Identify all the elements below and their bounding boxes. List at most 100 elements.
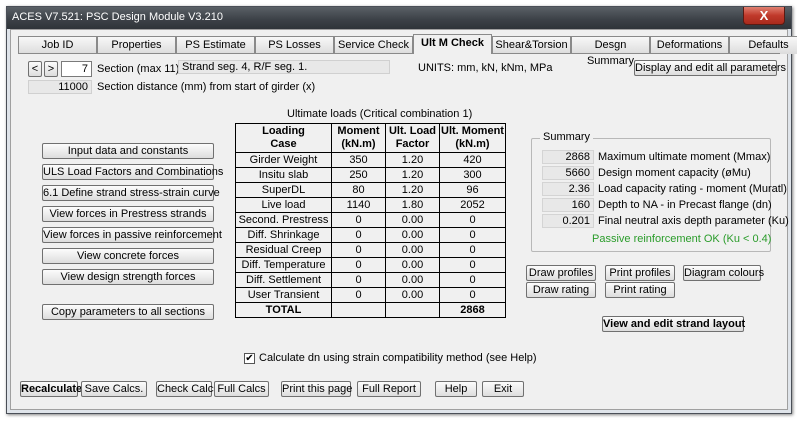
strain-compatibility-option[interactable]: ✔ Calculate dn using strain compatibilit… [244, 352, 537, 364]
tab-defaults[interactable]: Defaults [729, 36, 797, 54]
load-factor-cell: 1.20 [385, 167, 440, 183]
tab-shear-torsion[interactable]: Shear&Torsion [492, 36, 571, 54]
display-all-parameters-button[interactable]: Display and edit all parameters [634, 60, 786, 76]
tab-desgn-summary[interactable]: Desgn Summary [571, 36, 650, 67]
table-row: Insitu slab 250 1.20 300 [235, 167, 506, 183]
copy-parameters-button[interactable]: Copy parameters to all sections [42, 304, 214, 320]
diagram-colours-button[interactable]: Diagram colours [683, 265, 764, 281]
summary-group: Summary 2868 Maximum ultimate moment (Mm… [531, 131, 789, 252]
help-button[interactable]: Help [435, 381, 477, 397]
moment-cell: 350 [331, 152, 386, 168]
load-factor-cell: 1.20 [385, 152, 440, 168]
tab-service-check[interactable]: Service Check [334, 36, 413, 54]
load-factor-cell: 0.00 [385, 227, 440, 243]
tab-job-id[interactable]: Job ID [18, 36, 97, 54]
next-section-button[interactable]: > [44, 61, 58, 77]
header-moment: Moment (kN.m) [331, 123, 386, 153]
full-calcs-button[interactable]: Full Calcs [214, 381, 269, 397]
total-moment-cell [331, 302, 386, 318]
table-row: Residual Creep 0 0.00 0 [235, 242, 506, 258]
draw-rating-button[interactable]: Draw rating [526, 282, 596, 298]
table-header-row: Loading Case Moment (kN.m) Ult. Load Factor… [235, 123, 506, 153]
summary-value: 2.36 [542, 182, 594, 196]
tab-ps-estimate[interactable]: PS Estimate [176, 36, 255, 54]
loads-table-caption: Ultimate loads (Critical combination 1) [287, 108, 473, 120]
loading-case-cell: Insitu slab [235, 167, 332, 183]
summary-label: Design moment capacity (øMu) [598, 167, 751, 179]
moment-cell: 1140 [331, 197, 386, 213]
summary-label: Maximum ultimate moment (Mmax) [598, 151, 771, 163]
table-row: User Transient 0 0.00 0 [235, 287, 506, 303]
tab-ps-losses[interactable]: PS Losses [255, 36, 334, 54]
units-label: UNITS: mm, kN, kNm, MPa [418, 62, 553, 74]
summary-value: 2868 [542, 150, 594, 164]
loading-case-cell: Diff. Shrinkage [235, 227, 332, 243]
strain-compatibility-checkbox[interactable]: ✔ [244, 352, 255, 364]
concrete-forces-button[interactable]: View concrete forces [42, 248, 214, 264]
moment-cell: 0 [331, 242, 386, 258]
summary-label: Final neutral axis depth parameter (Ku) [598, 215, 789, 227]
ult-moment-cell: 96 [439, 182, 506, 198]
tab-ult-m-check[interactable]: Ult M Check [413, 34, 492, 54]
load-factor-cell: 0.00 [385, 242, 440, 258]
moment-cell: 80 [331, 182, 386, 198]
table-row: Diff. Settlement 0 0.00 0 [235, 272, 506, 288]
tab-deformations[interactable]: Deformations [650, 36, 729, 54]
save-calcs-button[interactable]: Save Calcs. [81, 381, 147, 397]
header-ult-moment: Ult. Moment (kN.m) [439, 123, 506, 153]
app-window: ACES V7.521: PSC Design Module V3.210 X … [6, 6, 797, 414]
section-distance-label: Section distance (mm) from start of gird… [97, 81, 316, 93]
header-factor-line2: Factor [395, 138, 430, 150]
recalculate-button[interactable]: Recalculate [20, 381, 82, 397]
load-factor-cell: 1.20 [385, 182, 440, 198]
table-row: Second. Prestress 0 0.00 0 [235, 212, 506, 228]
loading-case-cell: SuperDL [235, 182, 332, 198]
input-data-button[interactable]: Input data and constants [42, 143, 214, 159]
moment-cell: 250 [331, 167, 386, 183]
header-ultm-line1: Ult. Moment [441, 125, 504, 137]
moment-cell: 0 [331, 287, 386, 303]
ult-moment-cell: 300 [439, 167, 506, 183]
loading-case-cell: Diff. Settlement [235, 272, 332, 288]
loading-case-cell: Diff. Temperature [235, 257, 332, 273]
strand-layout-button[interactable]: View and edit strand layout [602, 316, 745, 332]
ult-moment-cell: 0 [439, 242, 506, 258]
check-calcs-button[interactable]: Check Calcs [156, 381, 219, 397]
loading-case-cell: Residual Creep [235, 242, 332, 258]
loading-case-cell: Live load [235, 197, 332, 213]
passive-reinforcement-forces-button[interactable]: View forces in passive reinforcement [42, 227, 222, 243]
uls-load-factors-button[interactable]: ULS Load Factors and Combinations [42, 164, 223, 180]
print-profiles-button[interactable]: Print profiles [605, 265, 675, 281]
tab-properties[interactable]: Properties [97, 36, 176, 54]
moment-cell: 0 [331, 212, 386, 228]
draw-profiles-button[interactable]: Draw profiles [526, 265, 596, 281]
window-title: ACES V7.521: PSC Design Module V3.210 [12, 11, 223, 23]
ult-moment-cell: 0 [439, 227, 506, 243]
header-ultm-line2: (kN.m) [455, 138, 490, 150]
section-number-input[interactable]: 7 [61, 61, 92, 77]
header-loading-case: Loading Case [235, 123, 332, 153]
ult-moment-cell: 420 [439, 152, 506, 168]
summary-value: 0.201 [542, 214, 594, 228]
load-factor-cell: 1.80 [385, 197, 440, 213]
loading-case-cell: Second. Prestress [235, 212, 332, 228]
close-button[interactable]: X [743, 7, 785, 25]
load-factor-cell: 0.00 [385, 257, 440, 273]
loading-case-cell: User Transient [235, 287, 332, 303]
section-distance-value: 11000 [28, 80, 92, 94]
title-bar[interactable]: ACES V7.521: PSC Design Module V3.210 X [7, 7, 791, 29]
moment-cell: 0 [331, 227, 386, 243]
ult-moment-cell: 0 [439, 257, 506, 273]
prev-section-button[interactable]: < [28, 61, 42, 77]
strand-stress-strain-button[interactable]: 6.1 Define strand stress-strain curve [42, 185, 220, 201]
design-strength-forces-button[interactable]: View design strength forces [42, 269, 214, 285]
full-report-button[interactable]: Full Report [357, 381, 421, 397]
prestress-forces-button[interactable]: View forces in Prestress strands [42, 206, 214, 222]
summary-value: 5660 [542, 166, 594, 180]
print-rating-button[interactable]: Print rating [605, 282, 675, 298]
ult-moment-cell: 0 [439, 212, 506, 228]
header-ult-load-factor: Ult. Load Factor [385, 123, 440, 153]
tab-strip: Job ID Properties PS Estimate PS Losses … [18, 34, 797, 67]
exit-button[interactable]: Exit [482, 381, 524, 397]
print-page-button[interactable]: Print this page [281, 381, 352, 397]
